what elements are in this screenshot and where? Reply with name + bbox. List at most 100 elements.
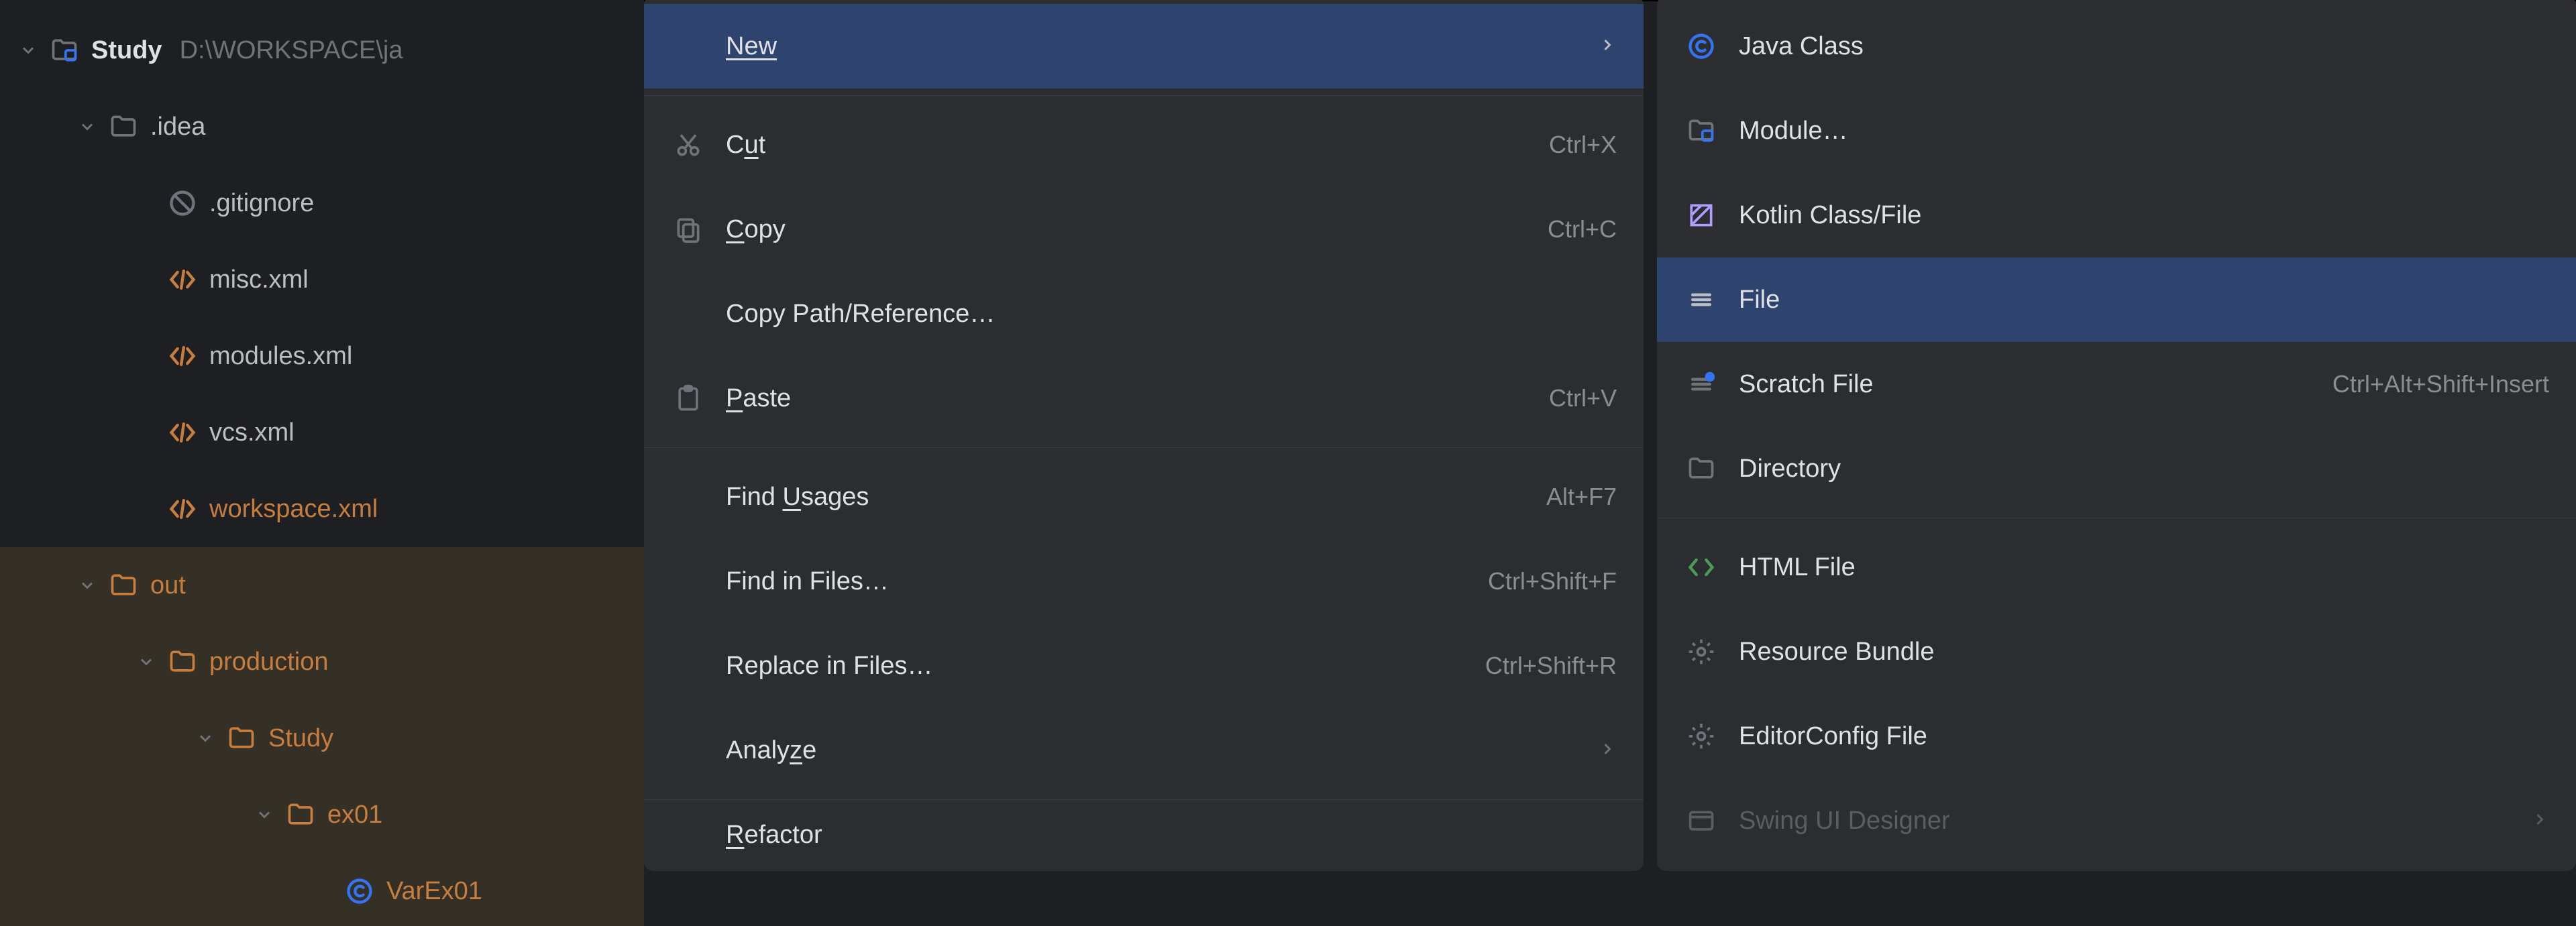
menu-label: Module… <box>1739 117 2549 146</box>
folder-icon <box>109 112 138 141</box>
menu-item-file[interactable]: File <box>1657 257 2576 342</box>
folder-icon <box>1686 454 1739 483</box>
menu-item-new[interactable]: New <box>644 4 1644 89</box>
folder-module-icon <box>50 36 79 65</box>
xml-icon <box>168 494 197 524</box>
shortcut-label: Ctrl+Shift+F <box>1488 567 1617 595</box>
shortcut-label: Ctrl+X <box>1549 131 1617 159</box>
menu-label: HTML File <box>1739 553 2549 582</box>
menu-label: File <box>1739 286 2549 314</box>
tree-row-out[interactable]: out <box>0 547 644 624</box>
menu-label: Java Class <box>1739 32 2549 61</box>
menu-label: Swing UI Designer <box>1739 807 2530 835</box>
menu-item-find-usages[interactable]: Find Usages Alt+F7 <box>644 455 1644 539</box>
module-icon <box>1686 116 1739 146</box>
menu-item-editorconfig[interactable]: EditorConfig File <box>1657 694 2576 778</box>
window-icon <box>1686 806 1739 835</box>
html-icon <box>1686 553 1739 582</box>
shortcut-label: Ctrl+Alt+Shift+Insert <box>2332 370 2549 398</box>
menu-label: Scratch File <box>1739 370 2332 399</box>
project-root-path: D:\WORKSPACE\ja <box>180 36 403 65</box>
menu-label: EditorConfig File <box>1739 722 2549 751</box>
chevron-down-icon <box>78 117 97 136</box>
menu-item-scratch[interactable]: Scratch File Ctrl+Alt+Shift+Insert <box>1657 342 2576 426</box>
scratch-file-icon <box>1686 369 1739 399</box>
tree-row-gitignore[interactable]: .gitignore <box>0 165 644 241</box>
tree-row-misc[interactable]: misc.xml <box>0 241 644 318</box>
menu-label: Analyze <box>726 736 1598 765</box>
tree-row-workspace[interactable]: workspace.xml <box>0 471 644 547</box>
gitignore-icon <box>168 188 197 218</box>
menu-label: Kotlin Class/File <box>1739 201 2549 230</box>
menu-item-copy-path[interactable]: Copy Path/Reference… <box>644 272 1644 356</box>
menu-label: Cut <box>726 131 1549 160</box>
file-label: .gitignore <box>209 189 314 218</box>
kotlin-icon <box>1686 200 1739 230</box>
blank-icon <box>674 651 726 681</box>
blank-icon <box>674 567 726 596</box>
gear-icon <box>1686 637 1739 667</box>
chevron-right-icon <box>2530 807 2549 835</box>
tree-row-idea[interactable]: .idea <box>0 89 644 165</box>
shortcut-label: Alt+F7 <box>1546 483 1617 511</box>
java-class-icon <box>345 876 374 906</box>
menu-item-html[interactable]: HTML File <box>1657 525 2576 610</box>
xml-icon <box>168 265 197 294</box>
menu-item-java-class[interactable]: Java Class <box>1657 4 2576 89</box>
menu-item-copy[interactable]: Copy Ctrl+C <box>644 187 1644 272</box>
tree-row-production[interactable]: production <box>0 624 644 700</box>
tree-row-root[interactable]: Study D:\WORKSPACE\ja <box>0 12 644 89</box>
cut-icon <box>674 130 726 160</box>
menu-item-paste[interactable]: Paste Ctrl+V <box>644 356 1644 441</box>
menu-item-analyze[interactable]: Analyze <box>644 708 1644 793</box>
blank-icon <box>674 32 726 61</box>
menu-item-module[interactable]: Module… <box>1657 89 2576 173</box>
shortcut-label: Ctrl+Shift+R <box>1485 652 1617 680</box>
chevron-down-icon <box>78 576 97 595</box>
java-class-icon <box>1686 32 1739 61</box>
menu-label: Resource Bundle <box>1739 638 2549 667</box>
context-menu: New Cut Ctrl+X Copy Ctrl+C Copy Path/Ref… <box>644 0 1644 871</box>
file-label: workspace.xml <box>209 495 378 524</box>
file-icon <box>1686 285 1739 314</box>
chevron-right-icon <box>1598 32 1617 61</box>
menu-item-resource-bundle[interactable]: Resource Bundle <box>1657 610 2576 694</box>
folder-label: out <box>150 571 186 600</box>
blank-icon <box>674 299 726 329</box>
separator <box>644 799 1644 800</box>
file-label: vcs.xml <box>209 418 294 447</box>
folder-label: production <box>209 648 328 677</box>
paste-icon <box>674 384 726 413</box>
file-label: misc.xml <box>209 266 309 294</box>
project-root-label: Study <box>91 36 162 65</box>
blank-icon <box>674 820 726 850</box>
folder-icon <box>227 724 256 753</box>
folder-label: ex01 <box>327 801 382 829</box>
shortcut-label: Ctrl+C <box>1548 215 1617 243</box>
folder-icon <box>109 571 138 600</box>
menu-item-directory[interactable]: Directory <box>1657 426 2576 511</box>
chevron-down-icon <box>19 41 38 60</box>
tree-row-modules[interactable]: modules.xml <box>0 318 644 394</box>
menu-item-kotlin[interactable]: Kotlin Class/File <box>1657 173 2576 257</box>
blank-icon <box>674 736 726 765</box>
menu-item-swing[interactable]: Swing UI Designer <box>1657 778 2576 863</box>
gear-icon <box>1686 721 1739 751</box>
shortcut-label: Ctrl+V <box>1549 384 1617 412</box>
copy-icon <box>674 215 726 244</box>
folder-label: .idea <box>150 113 205 141</box>
menu-item-refactor[interactable]: Refactor <box>644 807 1644 863</box>
tree-row-ex01[interactable]: ex01 <box>0 776 644 853</box>
menu-label: Paste <box>726 384 1549 413</box>
tree-row-varex01[interactable]: VarEx01 <box>0 853 644 926</box>
project-tree: Study D:\WORKSPACE\ja .idea .gitignore m… <box>0 0 644 926</box>
menu-item-replace-in-files[interactable]: Replace in Files… Ctrl+Shift+R <box>644 624 1644 708</box>
tree-row-study[interactable]: Study <box>0 700 644 776</box>
folder-icon <box>286 800 315 829</box>
menu-item-find-in-files[interactable]: Find in Files… Ctrl+Shift+F <box>644 539 1644 624</box>
menu-label: Replace in Files… <box>726 652 1485 681</box>
tree-row-vcs[interactable]: vcs.xml <box>0 394 644 471</box>
separator <box>644 95 1644 96</box>
chevron-down-icon <box>137 652 156 671</box>
menu-item-cut[interactable]: Cut Ctrl+X <box>644 103 1644 187</box>
